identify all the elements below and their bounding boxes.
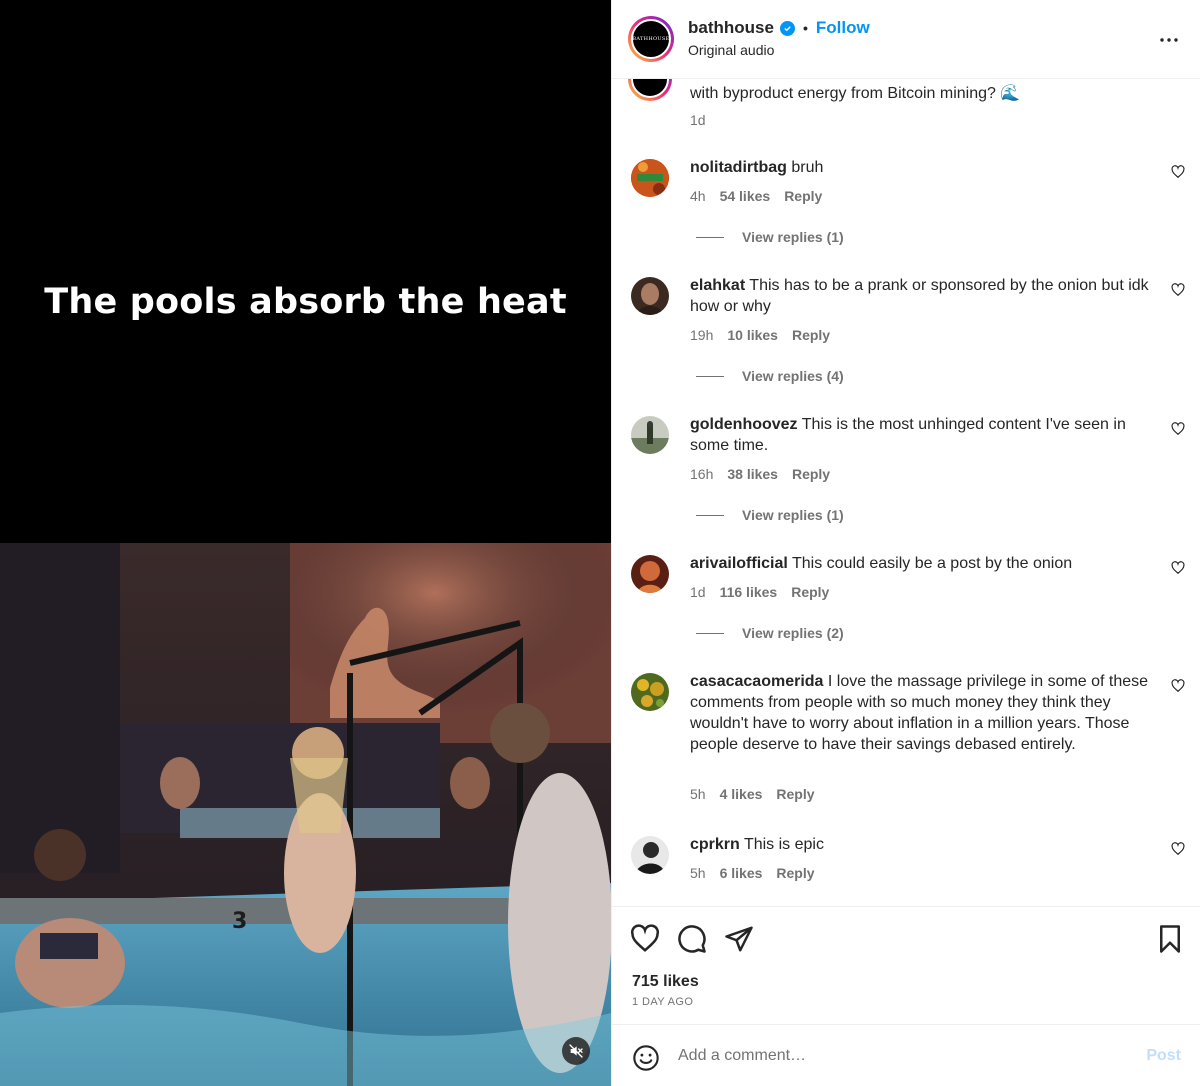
comment-time[interactable]: 5h — [690, 786, 706, 802]
svg-text:3: 3 — [232, 909, 247, 934]
comment-username[interactable]: casacacaomerida — [690, 673, 823, 690]
comment-username[interactable]: nolitadirtbag — [690, 159, 787, 176]
comment-time[interactable]: 16h — [690, 466, 713, 482]
comment-text: elahkat This has to be a prank or sponso… — [690, 275, 1150, 317]
comment-likes[interactable]: 116 likes — [720, 584, 778, 600]
reply-button[interactable]: Reply — [776, 786, 814, 802]
comment-input[interactable] — [678, 1043, 1118, 1069]
emoji-smile-icon[interactable] — [632, 1044, 660, 1072]
comment-meta: 1d 116 likes Reply — [690, 584, 829, 600]
video-overlay-text: The pools absorb the heat — [44, 282, 567, 322]
post-caption: with byproduct energy from Bitcoin minin… — [690, 85, 1021, 102]
comment-content: This could easily be a post by the onion — [791, 555, 1073, 572]
comment-content: This has to be a prank or sponsored by t… — [690, 277, 1149, 315]
comment-likes[interactable]: 6 likes — [720, 865, 763, 881]
author-username[interactable]: bathhouse — [688, 18, 774, 38]
reply-button[interactable]: Reply — [784, 188, 822, 204]
caption-time: 1d — [690, 112, 706, 128]
pool-scene-image: 3 — [0, 543, 611, 1086]
comment-text: cprkrn This is epic — [690, 834, 1150, 855]
paper-plane-icon[interactable] — [724, 924, 754, 954]
heart-icon[interactable] — [1171, 842, 1185, 856]
reply-button[interactable]: Reply — [792, 327, 830, 343]
comment-likes[interactable]: 10 likes — [727, 327, 778, 343]
commenter-avatar[interactable] — [631, 836, 669, 874]
author-row: bathhouse • Follow — [688, 18, 870, 38]
mute-button[interactable] — [562, 1037, 590, 1065]
comment-content: This is epic — [743, 836, 824, 853]
verified-badge-icon — [779, 20, 795, 36]
comment-username[interactable]: cprkrn — [690, 836, 740, 853]
comment-username[interactable]: elahkat — [690, 277, 745, 294]
comment-time[interactable]: 5h — [690, 865, 706, 881]
comment-likes[interactable]: 54 likes — [720, 188, 771, 204]
reply-button[interactable]: Reply — [792, 466, 830, 482]
view-replies-button[interactable]: View replies (1) — [696, 229, 844, 245]
separator-dot: • — [802, 20, 808, 36]
comment-meta: 19h 10 likes Reply — [690, 327, 830, 343]
commenter-avatar[interactable] — [631, 673, 669, 711]
comment-meta: 4h 54 likes Reply — [690, 188, 822, 204]
speaker-muted-icon — [569, 1044, 583, 1058]
comment-content: bruh — [791, 159, 824, 176]
comment-username[interactable]: goldenhoovez — [690, 416, 798, 433]
comment-time[interactable]: 4h — [690, 188, 706, 204]
caption-author-avatar[interactable] — [628, 79, 672, 101]
view-replies-label: View replies (1) — [742, 229, 844, 245]
follow-button[interactable]: Follow — [816, 18, 870, 38]
commenter-avatar[interactable] — [631, 416, 669, 454]
commenter-avatar[interactable] — [631, 159, 669, 197]
likes-count[interactable]: 715 likes — [632, 973, 699, 991]
post-actions: 715 likes 1 DAY AGO — [612, 906, 1200, 1024]
more-horizontal-icon[interactable] — [1157, 28, 1181, 52]
heart-icon[interactable] — [630, 924, 660, 954]
comment-text: goldenhoovez This is the most unhinged c… — [690, 414, 1150, 456]
comment-meta: 16h 38 likes Reply — [690, 466, 830, 482]
reply-button[interactable]: Reply — [776, 865, 814, 881]
comment-time[interactable]: 1d — [690, 584, 706, 600]
comments-list[interactable]: with byproduct energy from Bitcoin minin… — [612, 79, 1200, 906]
bookmark-icon[interactable] — [1155, 924, 1185, 954]
author-avatar-logo: BATHHOUSE — [631, 19, 671, 59]
comment-meta: 5h 6 likes Reply — [690, 865, 815, 881]
comment-username[interactable]: arivailofficial — [690, 555, 788, 572]
heart-icon[interactable] — [1171, 561, 1185, 575]
comment-text: casacacaomerida I love the massage privi… — [690, 671, 1150, 755]
view-replies-button[interactable]: View replies (2) — [696, 625, 844, 641]
view-replies-button[interactable]: View replies (4) — [696, 368, 844, 384]
reply-button[interactable]: Reply — [791, 584, 829, 600]
post-header: BATHHOUSE bathhouse • Follow Original au… — [612, 0, 1200, 79]
post-date: 1 DAY AGO — [632, 996, 694, 1008]
comment-likes[interactable]: 4 likes — [720, 786, 763, 802]
comment-text: nolitadirtbag bruh — [690, 157, 1150, 178]
view-replies-label: View replies (1) — [742, 507, 844, 523]
heart-icon[interactable] — [1171, 679, 1185, 693]
commenter-avatar[interactable] — [631, 277, 669, 315]
heart-icon[interactable] — [1171, 165, 1185, 179]
comment-meta: 5h 4 likes Reply — [690, 786, 815, 802]
view-replies-label: View replies (4) — [742, 368, 844, 384]
comment-text: arivailofficial This could easily be a p… — [690, 553, 1150, 574]
comment-likes[interactable]: 38 likes — [727, 466, 778, 482]
view-replies-label: View replies (2) — [742, 625, 844, 641]
comment-time[interactable]: 19h — [690, 327, 713, 343]
heart-icon[interactable] — [1171, 283, 1185, 297]
author-avatar[interactable]: BATHHOUSE — [628, 16, 674, 62]
commenter-avatar[interactable] — [631, 555, 669, 593]
post-side-panel: BATHHOUSE bathhouse • Follow Original au… — [611, 0, 1200, 1086]
post-comment-button[interactable]: Post — [1146, 1047, 1181, 1065]
heart-icon[interactable] — [1171, 422, 1185, 436]
audio-label[interactable]: Original audio — [688, 42, 774, 58]
view-replies-button[interactable]: View replies (1) — [696, 507, 844, 523]
comment-composer: Post — [612, 1024, 1200, 1086]
comment-bubble-icon[interactable] — [677, 924, 707, 954]
reel-video[interactable]: The pools absorb the heat 3 — [0, 0, 611, 1086]
